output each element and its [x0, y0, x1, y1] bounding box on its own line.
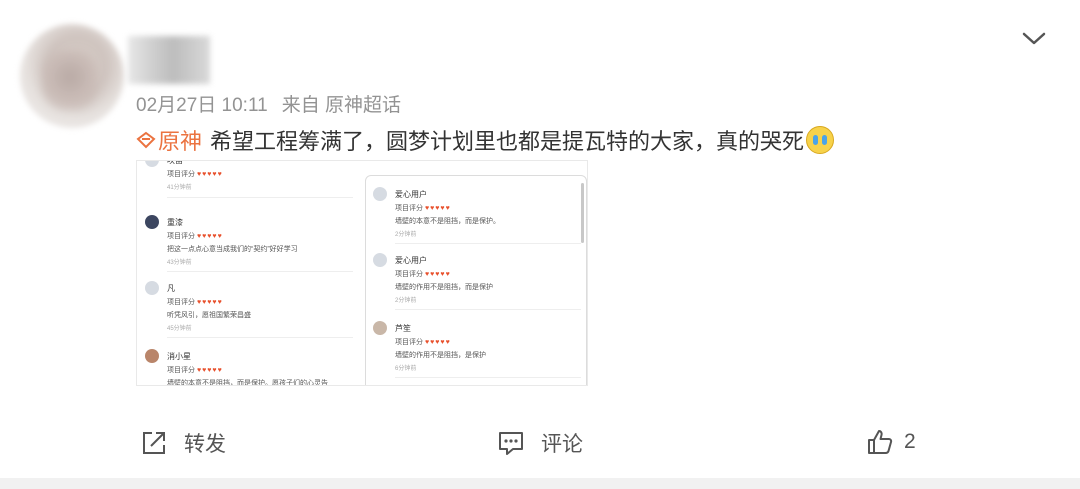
left-comment-column: 吹笛 项目评分 ♥♥♥♥♥ 41分钟前 重漆 项目评分 ♥♥♥♥♥ 把这一点点心… [137, 161, 359, 385]
rating-row: 项目评分 ♥♥♥♥♥ [167, 299, 223, 306]
rating-row: 项目评分 ♥♥♥♥♥ [167, 367, 223, 374]
commenter-name: 爱心用户 [395, 190, 427, 199]
heart-rating-icons: ♥♥♥♥♥ [424, 205, 451, 212]
comment-text: 把这一点点心意当成我们的“契约”好好学习 [167, 246, 298, 253]
divider [395, 309, 581, 310]
comment-text: 墙壁的本意不是阻挡，而是保护。愿孩子们的心灵告 [167, 380, 328, 386]
divider [395, 243, 581, 244]
rating-row: 项目评分 ♥♥♥♥♥ [395, 271, 451, 278]
topic-link[interactable]: 原神 [136, 124, 202, 156]
repost-button[interactable]: 转发 [140, 428, 226, 458]
rating-row: 项目评分 ♥♥♥♥♥ [395, 339, 451, 346]
post-content: 原神 希望工程筹满了，圆梦计划里也都是提瓦特的大家，真的哭死 [136, 124, 835, 156]
action-bar: 转发 评论 2 [0, 428, 1080, 464]
comment-time: 6分钟前 [395, 366, 417, 372]
heart-rating-icons: ♥♥♥♥♥ [196, 367, 223, 374]
comment-button[interactable]: 评论 [497, 428, 583, 458]
supertopic-diamond-icon [136, 131, 156, 149]
share-icon [143, 432, 165, 454]
commenter-avatar [373, 321, 387, 335]
commenter-name: 爱心用户 [395, 256, 427, 265]
commenter-name: 芦笙 [395, 324, 411, 333]
commenter-name: 消小星 [167, 352, 191, 361]
topic-label: 原神 [158, 129, 203, 154]
post-source[interactable]: 来自 原神超话 [282, 95, 401, 116]
repost-label: 转发 [184, 433, 226, 456]
chevron-down-icon[interactable] [1020, 28, 1048, 50]
divider [395, 377, 581, 378]
rating-row: 项目评分 ♥♥♥♥♥ [395, 205, 451, 212]
comment-text: 墙壁的本意不是阻挡，而是保护。 [395, 218, 500, 225]
commenter-avatar [145, 215, 159, 229]
rating-row: 项目评分 ♥♥♥♥♥ [167, 171, 223, 178]
heart-rating-icons: ♥♥♥♥♥ [196, 233, 223, 240]
comment-text: 墙壁的作用不是阻挡，是保护 [395, 352, 486, 359]
divider [167, 197, 353, 198]
crying-emoji-icon [806, 126, 835, 154]
avatar-image-blur [42, 50, 98, 110]
card-separator [0, 478, 1080, 489]
comment-time: 2分钟前 [395, 298, 417, 304]
divider [167, 337, 353, 338]
post-date: 02月27日 10:11 [136, 95, 268, 116]
commenter-name: 凡 [167, 284, 175, 293]
heart-rating-icons: ♥♥♥♥♥ [196, 299, 223, 306]
commenter-name: 重漆 [167, 218, 183, 227]
comment-time: 41分钟前 [167, 185, 192, 191]
heart-rating-icons: ♥♥♥♥♥ [196, 171, 223, 178]
like-count: 2 [904, 430, 916, 453]
like-button[interactable]: 2 [866, 428, 916, 456]
comment-label: 评论 [541, 433, 583, 456]
post-text: 希望工程筹满了，圆梦计划里也都是提瓦特的大家，真的哭死 [210, 129, 805, 154]
thumbs-up-icon [868, 430, 893, 454]
comment-text: 听凭风引，愿祖国繁荣昌盛 [167, 312, 251, 319]
comment-time: 43分钟前 [167, 260, 192, 266]
comment-time: 45分钟前 [167, 326, 192, 332]
comment-icon [499, 432, 523, 455]
commenter-avatar [373, 187, 387, 201]
post-meta: 02月27日 10:11 来自 原神超话 [136, 90, 415, 117]
comment-time: 2分钟前 [395, 232, 417, 238]
divider [167, 271, 353, 272]
commenter-avatar [145, 161, 159, 167]
right-comment-column: 爱心用户 项目评分 ♥♥♥♥♥ 墙壁的本意不是阻挡，而是保护。 2分钟前 爱心用… [365, 161, 587, 385]
heart-rating-icons: ♥♥♥♥♥ [424, 339, 451, 346]
comment-text: 墙壁的作用不是阻挡，而是保护 [395, 284, 493, 291]
commenter-avatar [373, 253, 387, 267]
heart-rating-icons: ♥♥♥♥♥ [424, 271, 451, 278]
commenter-name: 吹笛 [167, 160, 183, 165]
post-card: 02月27日 10:11 来自 原神超话 原神 希望工程筹满了，圆梦计划里也都是提… [0, 0, 1080, 478]
username-blurred[interactable] [128, 36, 210, 84]
rating-row: 项目评分 ♥♥♥♥♥ [167, 233, 223, 240]
embedded-image[interactable]: 吹笛 项目评分 ♥♥♥♥♥ 41分钟前 重漆 项目评分 ♥♥♥♥♥ 把这一点点心… [136, 160, 588, 386]
commenter-avatar [145, 281, 159, 295]
commenter-avatar [145, 349, 159, 363]
